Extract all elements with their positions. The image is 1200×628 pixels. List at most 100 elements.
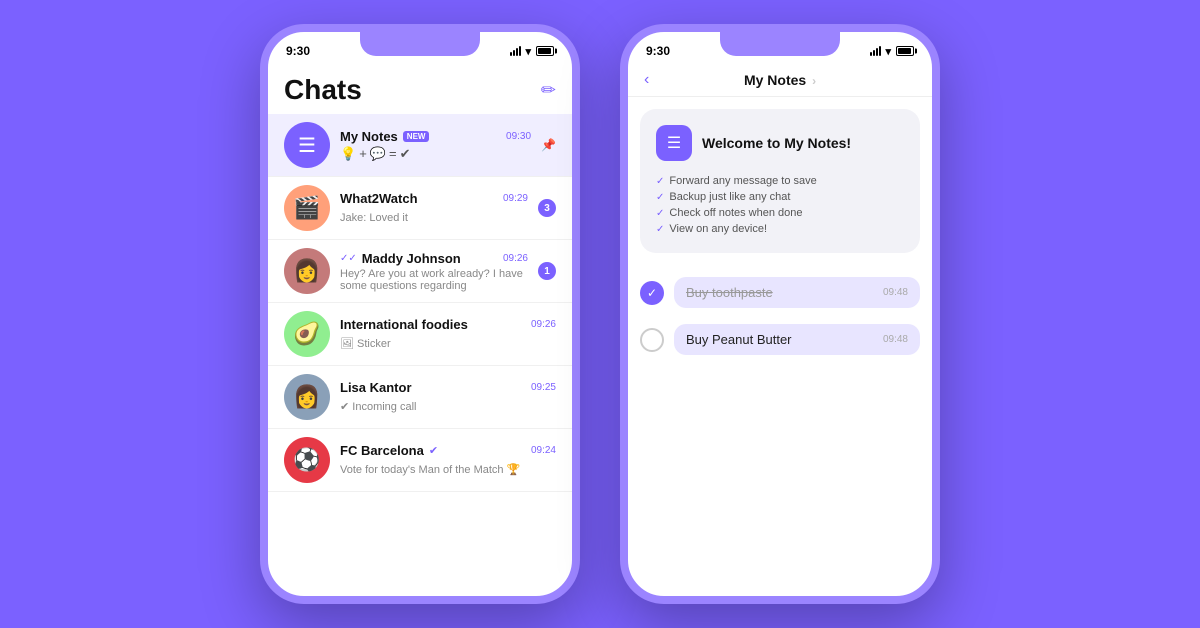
notes-body: ☰ Welcome to My Notes! ✓ Forward any mes… [628, 97, 932, 375]
chat-top-barcelona: FC Barcelona ✔ 09:24 [340, 443, 556, 458]
check-icon-1: ✓ [656, 176, 664, 187]
left-notch [360, 32, 480, 56]
notes-title-text: My Notes [744, 72, 806, 88]
chat-name-maddy: Maddy Johnson [362, 251, 461, 266]
chat-preview-maddy: Hey? Are you at work already? I have som… [340, 268, 528, 292]
chat-time-what2watch: 09:29 [503, 193, 528, 204]
wifi-icon: ▾ [525, 45, 531, 58]
notes-avatar-icon: ☰ [298, 133, 316, 158]
chat-name-notes: My Notes [340, 129, 398, 144]
chat-name-lisa: Lisa Kantor [340, 380, 412, 395]
compose-icon[interactable]: ✏ [541, 80, 556, 101]
chat-top-foodies: International foodies 09:26 [340, 317, 556, 332]
notes-title: My Notes › [744, 72, 816, 88]
right-screen: ‹ My Notes › ☰ Welcome to My Notes! ✓ [628, 64, 932, 596]
welcome-item-1: ✓ Forward any message to save [656, 173, 904, 189]
chat-time-lisa: 09:25 [531, 382, 556, 393]
note-item-toothpaste[interactable]: ✓ Buy toothpaste 09:48 [640, 269, 920, 316]
chat-name-barcelona: FC Barcelona [340, 443, 424, 458]
chat-time-foodies: 09:26 [531, 319, 556, 330]
verified-icon: ✔ [429, 444, 438, 457]
right-status-icons: ▾ [870, 45, 914, 58]
chat-item-lisa[interactable]: 👩 Lisa Kantor 09:25 ✔ Incoming call [268, 366, 572, 429]
right-battery-icon [896, 46, 914, 56]
chat-time-notes: 09:30 [506, 131, 531, 142]
chat-name-row-barcelona: FC Barcelona ✔ [340, 443, 438, 458]
welcome-header: ☰ Welcome to My Notes! [656, 125, 904, 161]
avatar-maddy: 👩 [284, 248, 330, 294]
notes-header: ‹ My Notes › [628, 64, 932, 97]
chats-header: Chats ✏ [268, 64, 572, 114]
welcome-item-2: ✓ Backup just like any chat [656, 189, 904, 205]
welcome-icon: ☰ [656, 125, 692, 161]
back-button[interactable]: ‹ [644, 71, 649, 89]
chat-preview-barcelona: Vote for today's Man of the Match 🏆 [340, 464, 520, 476]
notes-chevron-icon: › [812, 74, 816, 88]
chat-item-maddy[interactable]: 👩 ✓✓ Maddy Johnson 09:26 Hey? Are you at… [268, 240, 572, 303]
chat-body-maddy: ✓✓ Maddy Johnson 09:26 Hey? Are you at w… [340, 251, 528, 292]
avatar-my-notes: ☰ [284, 122, 330, 168]
note-text-peanutbutter: Buy Peanut Butter [686, 332, 792, 347]
chat-name-what2watch: What2Watch [340, 191, 418, 206]
right-time: 9:30 [646, 44, 670, 58]
note-bubble-toothpaste: Buy toothpaste 09:48 [674, 277, 920, 308]
chat-list: ☰ My Notes NEW 09:30 💡 + 💬 = [268, 114, 572, 492]
chat-item-what2watch[interactable]: 🎬 What2Watch 09:29 Jake: Loved it 3 [268, 177, 572, 240]
check-icon-2: ✓ [656, 192, 664, 203]
chat-name-foodies: International foodies [340, 317, 468, 332]
avatar-lisa: 👩 [284, 374, 330, 420]
welcome-item-3: ✓ Check off notes when done [656, 205, 904, 221]
chat-item-barcelona[interactable]: ⚽ FC Barcelona ✔ 09:24 Vote for today's … [268, 429, 572, 492]
left-screen: Chats ✏ ☰ My Notes NEW 09:30 [268, 64, 572, 596]
avatar-barcelona: ⚽ [284, 437, 330, 483]
double-check-icon: ✓✓ [340, 253, 357, 264]
battery-icon [536, 46, 554, 56]
chat-item-foodies[interactable]: 🥑 International foodies 09:26 🖼 Sticker [268, 303, 572, 366]
notes-preview: 💡 + 💬 = ✔ [340, 146, 531, 162]
left-time: 9:30 [286, 44, 310, 58]
note-time-peanutbutter: 09:48 [883, 334, 908, 345]
chat-top-my-notes: My Notes NEW 09:30 [340, 129, 531, 144]
welcome-title: Welcome to My Notes! [702, 135, 851, 151]
checkmark-icon: ✔ [400, 146, 411, 162]
chat-bubble-icon: 💬 [370, 146, 386, 162]
chat-top-maddy: ✓✓ Maddy Johnson 09:26 [340, 251, 528, 266]
chat-body-my-notes: My Notes NEW 09:30 💡 + 💬 = ✔ [340, 129, 531, 162]
check-icon-4: ✓ [656, 224, 664, 235]
notes-icon-symbol: ☰ [667, 133, 681, 153]
note-bubble-peanutbutter: Buy Peanut Butter 09:48 [674, 324, 920, 355]
note-time-toothpaste: 09:48 [883, 287, 908, 298]
chat-preview-lisa: ✔ Incoming call [340, 401, 416, 413]
checkbox-peanutbutter[interactable] [640, 328, 664, 352]
welcome-card: ☰ Welcome to My Notes! ✓ Forward any mes… [640, 109, 920, 253]
avatar-what2watch: 🎬 [284, 185, 330, 231]
chat-body-barcelona: FC Barcelona ✔ 09:24 Vote for today's Ma… [340, 443, 556, 478]
signal-icon [510, 46, 521, 56]
welcome-item-4: ✓ View on any device! [656, 221, 904, 237]
right-notch [720, 32, 840, 56]
right-phone: 9:30 ▾ ‹ My Notes › ☰ [620, 24, 940, 604]
lightbulb-icon: 💡 [340, 146, 356, 162]
welcome-list: ✓ Forward any message to save ✓ Backup j… [656, 173, 904, 237]
unread-badge-maddy: 1 [538, 262, 556, 280]
chat-top-lisa: Lisa Kantor 09:25 [340, 380, 556, 395]
chats-title: Chats [284, 74, 362, 106]
chat-name-row-maddy: ✓✓ Maddy Johnson [340, 251, 461, 266]
note-text-toothpaste: Buy toothpaste [686, 285, 773, 300]
note-item-peanutbutter[interactable]: Buy Peanut Butter 09:48 [640, 316, 920, 363]
checkbox-toothpaste[interactable]: ✓ [640, 281, 664, 305]
new-badge-notes: NEW [403, 131, 430, 142]
chat-body-lisa: Lisa Kantor 09:25 ✔ Incoming call [340, 380, 556, 415]
pin-icon: 📌 [541, 138, 556, 152]
unread-badge-what2watch: 3 [538, 199, 556, 217]
chat-item-my-notes[interactable]: ☰ My Notes NEW 09:30 💡 + 💬 = [268, 114, 572, 177]
avatar-foodies: 🥑 [284, 311, 330, 357]
chat-top-what2watch: What2Watch 09:29 [340, 191, 528, 206]
left-phone: 9:30 ▾ Chats ✏ ☰ [260, 24, 580, 604]
chat-time-maddy: 09:26 [503, 253, 528, 264]
check-icon-3: ✓ [656, 208, 664, 219]
chat-preview-foodies: 🖼 Sticker [340, 338, 391, 350]
chat-body-foodies: International foodies 09:26 🖼 Sticker [340, 317, 556, 352]
chat-preview-what2watch: Jake: Loved it [340, 212, 408, 224]
chat-body-what2watch: What2Watch 09:29 Jake: Loved it [340, 191, 528, 226]
